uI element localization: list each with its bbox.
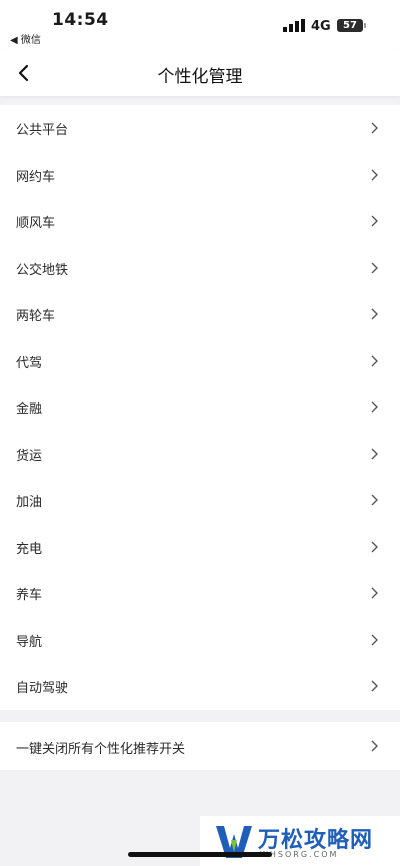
watermark: 万松攻略网 WHSORG.COM <box>200 816 400 866</box>
list-item-designated-driver[interactable]: 代驾 <box>0 338 400 385</box>
chevron-right-icon <box>371 494 378 506</box>
status-bar: 14:54 ◀ 微信 4G 57 <box>0 0 400 50</box>
list-item-label: 充电 <box>16 541 43 557</box>
chevron-right-icon <box>371 215 378 227</box>
list-item-navigation[interactable]: 导航 <box>0 617 400 664</box>
list-item-label: 金融 <box>16 402 43 417</box>
list-item-label: 两轮车 <box>16 309 56 324</box>
list-item-carpool[interactable]: 顺风车 <box>0 198 400 245</box>
status-time: 14:54 <box>52 10 109 30</box>
list-item-label: 公共平台 <box>16 123 69 138</box>
network-type: 4G <box>311 19 331 34</box>
chevron-right-icon <box>371 308 378 320</box>
battery-cap <box>364 23 366 28</box>
list-item-finance[interactable]: 金融 <box>0 384 400 431</box>
list-item-label: 公交地铁 <box>16 262 69 278</box>
home-indicator[interactable] <box>128 852 272 857</box>
list-item-label: 自动驾驶 <box>16 681 69 696</box>
chevron-right-icon <box>371 680 378 692</box>
list-item-autonomous-driving[interactable]: 自动驾驶 <box>0 663 400 710</box>
chevron-right-icon <box>371 401 378 413</box>
list-item-label: 网约车 <box>16 169 56 185</box>
chevron-right-icon <box>371 355 378 366</box>
list-item-car-care[interactable]: 养车 <box>0 570 400 617</box>
nav-bar: 个性化管理 <box>0 50 400 96</box>
chevron-right-icon <box>371 169 378 180</box>
list-item-transit[interactable]: 公交地铁 <box>0 245 400 292</box>
chevron-right-icon <box>371 541 378 552</box>
list-item-public-platform[interactable]: 公共平台 <box>0 105 400 152</box>
battery-icon: 57 <box>337 19 363 32</box>
list-item-label: 导航 <box>16 634 43 650</box>
signal-icon <box>283 19 305 32</box>
chevron-right-icon <box>371 122 378 134</box>
list-item-label: 代驾 <box>16 355 43 371</box>
page-title: 个性化管理 <box>157 67 243 87</box>
list-item-charging[interactable]: 充电 <box>0 524 400 571</box>
battery-level: 57 <box>343 20 357 31</box>
list-item-refuel[interactable]: 加油 <box>0 477 400 524</box>
list-item-label: 一键关闭所有个性化推荐开关 <box>16 742 186 757</box>
list-item-label: 顺风车 <box>16 216 56 231</box>
chevron-right-icon <box>371 587 378 599</box>
list-item-freight[interactable]: 货运 <box>0 431 400 478</box>
list-item-label: 养车 <box>16 588 43 603</box>
list-item-two-wheeler[interactable]: 两轮车 <box>0 291 400 338</box>
chevron-right-icon <box>371 448 378 459</box>
chevron-right-icon <box>371 262 378 273</box>
list-item-label: 货运 <box>16 448 43 464</box>
chevron-right-icon <box>371 634 378 645</box>
disable-all-personalization-item[interactable]: 一键关闭所有个性化推荐开关 <box>0 722 400 770</box>
business-list: 公共平台 网约车 顺风车 公交地铁 两轮车 代驾 金融 货运 加油 充电 养车 <box>0 105 400 710</box>
list-item-label: 加油 <box>16 495 43 510</box>
list-item-ride-hailing[interactable]: 网约车 <box>0 152 400 199</box>
chevron-right-icon <box>371 740 378 752</box>
back-to-wechat-link[interactable]: ◀ 微信 <box>10 31 41 46</box>
